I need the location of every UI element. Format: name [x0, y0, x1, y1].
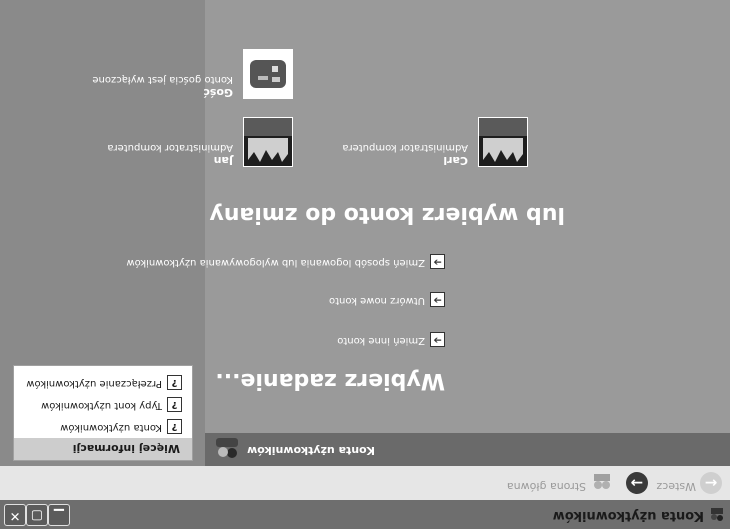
window: Konta użytkowników ▁ ▢ ✕ ← Wstecz → Stro… — [0, 0, 730, 529]
back-label[interactable]: Wstecz — [656, 480, 696, 493]
more-info-box: Więcej informacji ? Konta użytkowników ?… — [13, 365, 193, 461]
account-picture — [478, 117, 528, 167]
task-change-other-account[interactable]: ➔ Zmień inne konto — [225, 331, 445, 347]
account-name: Carl — [443, 154, 468, 167]
maximize-icon: ▢ — [30, 508, 44, 523]
arrow-right-icon: ➔ — [430, 292, 445, 307]
info-link-label: Konta użytkowników — [60, 422, 162, 433]
arrow-right-icon: ➔ — [430, 254, 445, 269]
close-button[interactable]: ✕ — [4, 504, 26, 526]
task-label: Zmień inne konto — [337, 335, 425, 346]
forward-button[interactable]: → — [626, 472, 648, 494]
users-icon — [216, 438, 238, 458]
info-link-switch-users[interactable]: ? Przełączanie użytkowników — [14, 372, 192, 392]
task-label: Utwórz nowe konto — [329, 295, 425, 306]
info-link-label: Typy kont użytkowników — [41, 400, 162, 411]
home-icon[interactable] — [591, 473, 613, 491]
arrow-right-icon: ➔ — [430, 332, 445, 347]
maximize-button[interactable]: ▢ — [26, 504, 48, 526]
flipped-window-content: Konta użytkowników ▁ ▢ ✕ ← Wstecz → Stro… — [0, 0, 730, 529]
navigation-toolbar: ← Wstecz → Strona główna — [0, 465, 730, 500]
minimize-icon: ▁ — [54, 508, 64, 523]
tasks-heading: Wybierz zadanie... — [215, 368, 445, 393]
account-name: Jan — [213, 154, 233, 167]
info-link-label: Przełączanie użytkowników — [26, 378, 162, 389]
accounts-heading: lub wybierz konto do zmiany — [209, 202, 565, 227]
title-bar: Konta użytkowników ▁ ▢ ✕ — [0, 499, 730, 529]
users-app-icon — [711, 508, 723, 521]
account-picture — [243, 117, 293, 167]
task-create-new-account[interactable]: ➔ Utwórz nowe konto — [225, 291, 445, 307]
section-title: Konta użytkowników — [247, 444, 375, 457]
info-link-user-accounts[interactable]: ? Konta użytkowników — [14, 416, 192, 436]
section-header: Konta użytkowników — [205, 433, 730, 466]
account-type: Administrator komputera — [107, 142, 233, 153]
help-icon: ? — [167, 397, 182, 412]
info-link-account-types[interactable]: ? Typy kont użytkowników — [14, 394, 192, 414]
back-button[interactable]: ← — [700, 472, 722, 494]
close-icon: ✕ — [9, 508, 21, 523]
minimize-button[interactable]: ▁ — [48, 504, 70, 526]
arrow-right-icon: → — [630, 474, 644, 492]
help-icon: ? — [167, 375, 182, 390]
more-info-header: Więcej informacji — [14, 438, 192, 460]
task-change-logon-method[interactable]: ➔ Zmień sposób logowania lub wylogowywan… — [126, 253, 445, 269]
account-type: Administrator komputera — [342, 142, 468, 153]
account-picture — [243, 49, 293, 99]
home-link[interactable]: Strona główna — [507, 480, 586, 493]
arrow-left-icon: ← — [704, 474, 718, 492]
more-info-title: Więcej informacji — [72, 442, 180, 455]
help-icon: ? — [167, 419, 182, 434]
account-type: Konto gościa jest wyłączone — [92, 74, 233, 85]
window-title: Konta użytkowników — [552, 508, 704, 523]
task-label: Zmień sposób logowania lub wylogowywania… — [126, 257, 425, 268]
account-name: Gość — [203, 86, 233, 99]
